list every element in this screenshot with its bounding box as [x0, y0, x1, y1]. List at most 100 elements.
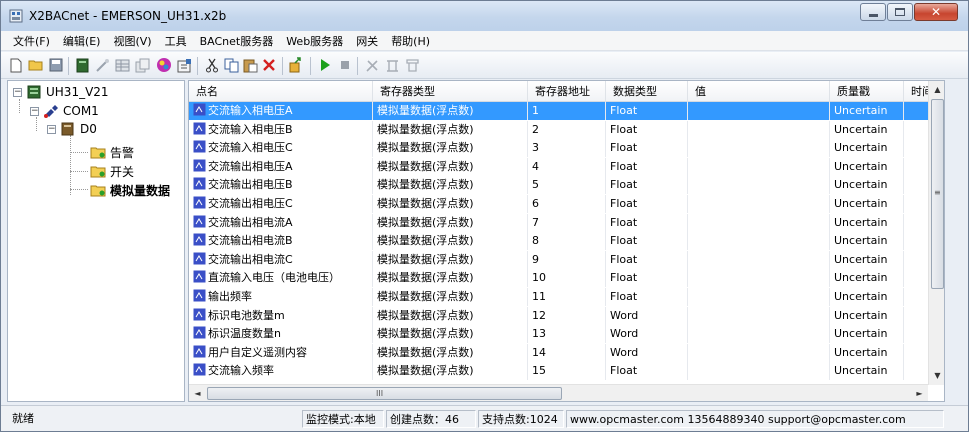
vertical-scroll-thumb[interactable]: ≡ — [931, 99, 944, 289]
title-bar[interactable]: X2BACnet - EMERSON_UH31.x2b ✕ — [1, 1, 968, 31]
cell-value — [688, 306, 830, 325]
copy-doc-icon — [135, 58, 149, 72]
cell-data-type: Word — [606, 343, 688, 362]
menu-bacnet-server[interactable]: BACnet服务器 — [200, 33, 274, 49]
folder-icon — [90, 147, 106, 159]
device-icon — [61, 122, 74, 136]
table-row[interactable]: 标识电池数量m 模拟量数据(浮点数) 12 Word Uncertain — [189, 306, 944, 325]
table-row[interactable]: 交流输出相电压B 模拟量数据(浮点数) 5 Float Uncertain — [189, 176, 944, 195]
run-button[interactable] — [317, 57, 333, 73]
table-row[interactable]: 交流输出相电流C 模拟量数据(浮点数) 9 Float Uncertain — [189, 250, 944, 269]
open-button[interactable] — [28, 57, 44, 73]
cell-quality: Uncertain — [830, 120, 904, 139]
toolbar-separator — [68, 57, 69, 75]
table-row[interactable]: 直流输入电压（电池电压） 模拟量数据(浮点数) 10 Float Uncertain — [189, 269, 944, 288]
stop-button[interactable] — [337, 57, 353, 73]
column-header-point-name[interactable]: 点名 — [189, 81, 373, 102]
table-row[interactable]: 输出频率 模拟量数据(浮点数) 11 Float Uncertain — [189, 288, 944, 306]
tool3-button[interactable] — [404, 57, 420, 73]
cell-register-address: 7 — [528, 213, 606, 232]
tree-node-analog[interactable]: 模拟量数据 — [90, 181, 170, 199]
horizontal-scrollbar[interactable]: ◄ III ► — [189, 384, 928, 401]
minimize-icon — [868, 13, 878, 17]
grip-icon: III — [376, 389, 384, 398]
color-button[interactable] — [156, 57, 172, 73]
export-button[interactable] — [289, 57, 305, 73]
table-row[interactable]: 用户自定义遥测内容 模拟量数据(浮点数) 14 Word Uncertain — [189, 343, 944, 362]
menu-file[interactable]: 文件(F) — [13, 33, 50, 49]
tool3-icon — [405, 58, 419, 72]
tree-root-node[interactable]: − UH31_V21 — [13, 83, 109, 101]
cell-quality: Uncertain — [830, 157, 904, 176]
cell-value — [688, 362, 830, 381]
tree-node-d0[interactable]: − D0 — [47, 120, 97, 138]
collapse-icon[interactable]: − — [30, 106, 39, 116]
point-icon — [193, 308, 206, 321]
cell-register-address: 9 — [528, 250, 606, 269]
maximize-button[interactable] — [887, 3, 913, 21]
minimize-button[interactable] — [860, 3, 886, 21]
table-row[interactable]: 交流输出相电压A 模拟量数据(浮点数) 4 Float Uncertain — [189, 157, 944, 176]
column-header-value[interactable]: 值 — [688, 81, 830, 102]
cell-register-address: 1 — [528, 102, 606, 120]
cell-quality: Uncertain — [830, 232, 904, 251]
table-row[interactable]: 交流输入相电压A 模拟量数据(浮点数) 1 Float Uncertain — [189, 102, 944, 120]
cell-data-type: Float — [606, 288, 688, 306]
table-row[interactable]: 交流输入相电压B 模拟量数据(浮点数) 2 Float Uncertain — [189, 120, 944, 139]
cell-value — [688, 102, 830, 120]
paste-button[interactable] — [242, 57, 258, 73]
table-row[interactable]: 交流输出相电压C 模拟量数据(浮点数) 6 Float Uncertain — [189, 195, 944, 213]
table-row[interactable]: 交流输出相电流A 模拟量数据(浮点数) 7 Float Uncertain — [189, 213, 944, 232]
column-header-quality[interactable]: 质量戳 — [830, 81, 904, 102]
grid-body: 交流输入相电压A 模拟量数据(浮点数) 1 Float Uncertain 交流输入相电压… — [189, 102, 944, 382]
tool2-button[interactable] — [384, 57, 400, 73]
vertical-scrollbar[interactable]: ▲ ≡ ▼ — [928, 81, 944, 385]
point-icon — [193, 270, 206, 283]
add-device-button[interactable] — [74, 57, 90, 73]
menu-gateway[interactable]: 网关 — [356, 33, 378, 49]
tool2-icon — [386, 59, 398, 72]
menu-view[interactable]: 视图(V) — [113, 33, 151, 49]
menu-tools[interactable]: 工具 — [165, 33, 187, 49]
properties-button[interactable] — [176, 57, 192, 73]
save-button[interactable] — [48, 57, 64, 73]
tool1-button[interactable] — [364, 57, 380, 73]
menu-web-server[interactable]: Web服务器 — [286, 33, 343, 49]
collapse-icon[interactable]: − — [47, 124, 56, 134]
tree-node-com1[interactable]: − COM1 — [30, 102, 99, 120]
status-bar: 就绪 监控模式:本地 创建点数：46 支持点数:1024 www.opcmast… — [1, 405, 968, 431]
toolbar-separator — [357, 57, 358, 75]
wizard-button[interactable] — [94, 57, 110, 73]
table-row[interactable]: 交流输入相电压C 模拟量数据(浮点数) 3 Float Uncertain — [189, 139, 944, 158]
cut-button[interactable] — [204, 57, 220, 73]
column-header-data-type[interactable]: 数据类型 — [606, 81, 688, 102]
collapse-icon[interactable]: − — [13, 87, 22, 97]
point-icon — [193, 363, 206, 376]
cell-register-type: 模拟量数据(浮点数) — [373, 176, 528, 195]
menu-help[interactable]: 帮助(H) — [391, 33, 430, 49]
cell-point-name: 用户自定义遥测内容 — [189, 343, 373, 362]
tree-node-alarm[interactable]: 告警 — [90, 143, 134, 161]
close-button[interactable]: ✕ — [914, 3, 958, 21]
tree-node-switch[interactable]: 开关 — [90, 162, 134, 180]
new-file-button[interactable] — [8, 57, 24, 73]
copy-button[interactable] — [223, 57, 239, 73]
table-row[interactable]: 交流输入频率 模拟量数据(浮点数) 15 Float Uncertain — [189, 362, 944, 381]
scroll-down-icon[interactable]: ▼ — [929, 367, 944, 384]
copy-doc-button[interactable] — [134, 57, 150, 73]
cell-point-name: 直流输入电压（电池电压） — [189, 269, 373, 288]
menu-edit[interactable]: 编辑(E) — [63, 33, 101, 49]
cell-quality: Uncertain — [830, 176, 904, 195]
table-button[interactable] — [114, 57, 130, 73]
cell-register-type: 模拟量数据(浮点数) — [373, 102, 528, 120]
table-row[interactable]: 标识温度数量n 模拟量数据(浮点数) 13 Word Uncertain — [189, 325, 944, 344]
column-header-register-address[interactable]: 寄存器地址 — [528, 81, 606, 102]
table-row[interactable]: 交流输出相电流B 模拟量数据(浮点数) 8 Float Uncertain — [189, 232, 944, 251]
cell-value — [688, 288, 830, 306]
scroll-right-icon[interactable]: ► — [911, 385, 928, 401]
scroll-up-icon[interactable]: ▲ — [929, 81, 944, 98]
horizontal-scroll-thumb[interactable]: III — [207, 387, 562, 400]
scroll-left-icon[interactable]: ◄ — [189, 385, 206, 401]
column-header-register-type[interactable]: 寄存器类型 — [373, 81, 528, 102]
delete-button[interactable] — [261, 57, 277, 73]
